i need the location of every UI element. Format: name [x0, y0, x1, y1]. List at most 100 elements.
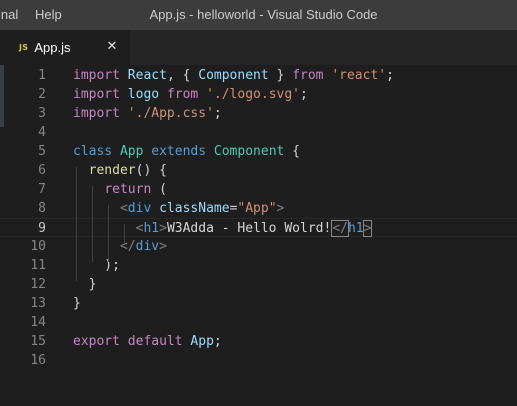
- code-token: }: [73, 296, 81, 311]
- code-line[interactable]: 4: [0, 123, 517, 142]
- close-icon[interactable]: ✕: [105, 39, 119, 54]
- code-token: </: [119, 239, 136, 254]
- code-text: import React, { Component } from 'react'…: [73, 66, 394, 85]
- code-line[interactable]: 14: [0, 313, 517, 332]
- line-number: 8: [38, 201, 46, 216]
- code-token: return: [104, 182, 152, 197]
- code-token: >: [159, 239, 167, 254]
- code-token: './App.css': [127, 106, 214, 121]
- code-token: h1: [347, 221, 364, 236]
- line-number: 9: [38, 221, 46, 236]
- code-line[interactable]: 3 import './App.css';: [0, 104, 517, 123]
- code-token: >: [159, 221, 167, 236]
- code-token: );: [73, 258, 120, 273]
- code-line[interactable]: 11 );: [0, 256, 517, 275]
- line-number: 1: [38, 68, 46, 83]
- code-token: App: [190, 334, 214, 349]
- code-text: import logo from './logo.svg';: [73, 85, 308, 104]
- line-number: 15: [30, 334, 46, 349]
- code-text: }: [73, 294, 81, 313]
- title-bar: inal Help App.js - helloworld - Visual S…: [0, 0, 517, 30]
- line-number: 10: [30, 239, 46, 254]
- tab-app-js[interactable]: JS App.js ✕: [0, 30, 130, 65]
- line-number: 3: [38, 106, 46, 121]
- code-token: import: [73, 68, 120, 83]
- code-line[interactable]: 1 import React, { Component } from 'react…: [0, 66, 517, 85]
- code-line[interactable]: 13}: [0, 294, 517, 313]
- code-token: h1: [143, 221, 160, 236]
- code-token: default: [127, 334, 183, 349]
- window-title: App.js - helloworld - Visual Studio Code: [149, 7, 378, 22]
- code-token: import: [73, 106, 120, 121]
- code-token: div: [127, 201, 152, 216]
- code-token: export: [73, 334, 120, 349]
- code-text: );: [73, 256, 120, 275]
- code-editor[interactable]: 1 import React, { Component } from 'react…: [0, 65, 517, 406]
- code-token: 'react': [331, 68, 387, 83]
- line-number: 6: [38, 163, 46, 178]
- code-token: className: [159, 201, 230, 216]
- line-number: 11: [30, 258, 46, 273]
- code-line[interactable]: 6 render() {: [0, 161, 517, 180]
- code-text: import './App.css';: [73, 104, 222, 123]
- code-text: return (: [73, 180, 167, 199]
- indent-guide: [124, 224, 125, 243]
- code-token: render: [88, 163, 136, 178]
- line-number: 2: [38, 87, 46, 102]
- code-text: <h1>W3Adda - Hello Wolrd!</h1>: [73, 219, 373, 238]
- code-line[interactable]: 2 import logo from './logo.svg';: [0, 85, 517, 104]
- code-token: {: [284, 144, 301, 159]
- code-line[interactable]: 7 return (: [0, 180, 517, 199]
- line-number: 12: [30, 277, 46, 292]
- code-token: import: [73, 87, 120, 102]
- code-token: './logo.svg': [206, 87, 300, 102]
- code-line[interactable]: 12 }: [0, 275, 517, 294]
- line-number: 16: [30, 353, 46, 368]
- line-number: 4: [38, 125, 46, 140]
- code-token: extends: [151, 144, 207, 159]
- code-token: ;: [213, 334, 222, 349]
- code-token: App: [119, 144, 144, 159]
- code-line[interactable]: 15 export default App;: [0, 332, 517, 351]
- tab-label: App.js: [34, 40, 71, 55]
- code-line[interactable]: 9 <h1>W3Adda - Hello Wolrd!</h1>: [0, 218, 517, 237]
- code-token: from: [166, 87, 199, 102]
- code-token: W3Adda - Hello Wolrd!: [166, 221, 332, 236]
- code-token: <: [119, 201, 128, 216]
- code-token: ;: [300, 87, 308, 102]
- code-token: (: [151, 182, 167, 197]
- code-token: Component: [198, 68, 269, 83]
- code-line[interactable]: 10 </div>: [0, 237, 517, 256]
- code-token: div: [135, 239, 160, 254]
- code-line[interactable]: 8 <div className="App">: [0, 199, 517, 218]
- code-token: () {: [135, 163, 167, 178]
- code-text: class App extends Component {: [73, 142, 300, 161]
- code-token: ;: [386, 68, 394, 83]
- code-line[interactable]: 5 class App extends Component {: [0, 142, 517, 161]
- tab-strip: JS App.js ✕: [0, 30, 517, 65]
- code-line[interactable]: 16: [0, 351, 517, 370]
- line-number: 14: [30, 315, 46, 330]
- code-token: }: [268, 68, 293, 83]
- code-token: React: [127, 68, 167, 83]
- line-number: 5: [38, 144, 46, 159]
- javascript-file-icon: JS: [19, 43, 29, 52]
- code-text: <div className="App">: [73, 199, 284, 218]
- code-token: logo: [127, 87, 160, 102]
- code-token: Component: [213, 144, 285, 159]
- code-token: , {: [166, 68, 199, 83]
- indent-guide: [92, 186, 93, 262]
- code-text: </div>: [73, 237, 167, 256]
